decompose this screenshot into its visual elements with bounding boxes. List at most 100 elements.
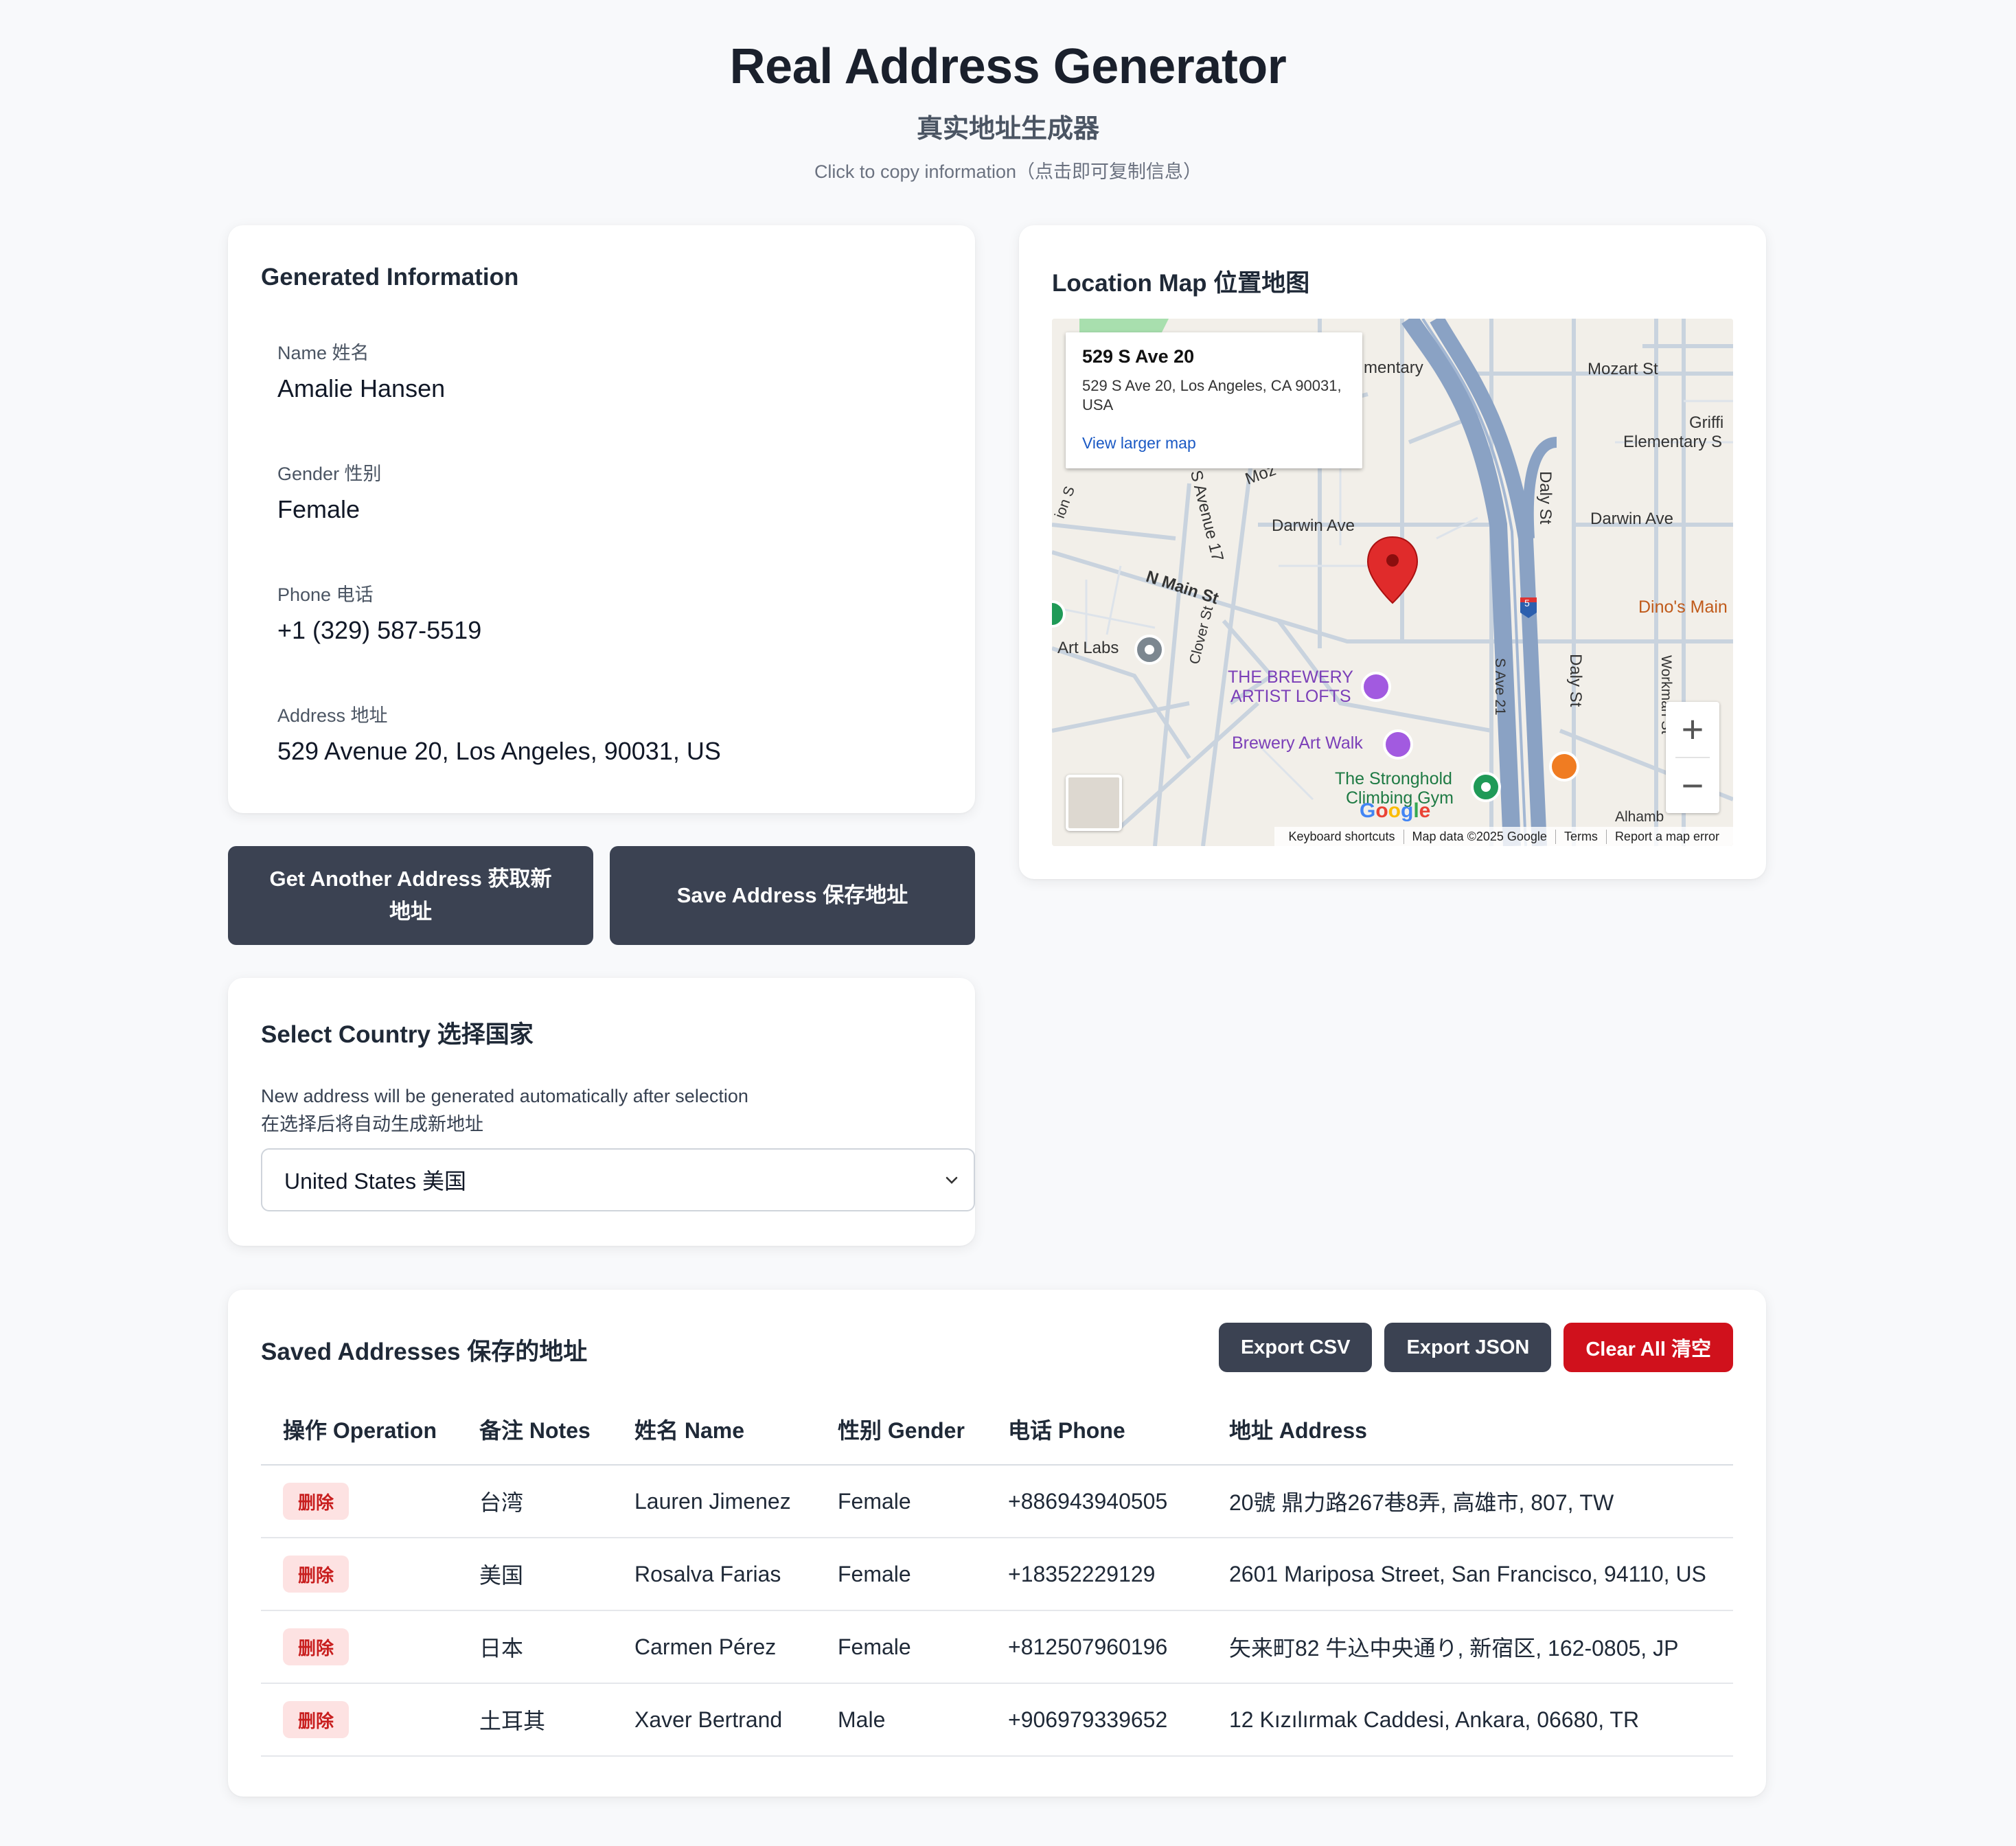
keyboard-shortcuts-link[interactable]: Keyboard shortcuts <box>1280 830 1403 844</box>
terms-link[interactable]: Terms <box>1555 829 1606 844</box>
row-name: Rosalva Farias <box>634 1561 781 1586</box>
select-country-card: Select Country 选择国家 New address will be … <box>228 978 975 1246</box>
info-phone-value[interactable]: +1 (329) 587-5519 <box>277 616 481 645</box>
col-gender: 性别 Gender <box>838 1418 965 1443</box>
map-label-art-labs: Art Labs <box>1057 639 1119 657</box>
popup-address: 529 S Ave 20, Los Angeles, CA 90031, USA <box>1082 377 1342 413</box>
zoom-in-button[interactable]: + <box>1666 702 1719 757</box>
select-desc-line1: New address will be generated automatica… <box>261 1086 748 1106</box>
saved-addresses-title: Saved Addresses 保存的地址 <box>261 1338 588 1365</box>
row-gender: Female <box>838 1634 911 1659</box>
map-label-brewery-2: ARTIST LOFTS <box>1230 687 1351 706</box>
map-label-daly-lower: Daly St <box>1566 654 1585 707</box>
row-address: 20號 鼎力路267巷8弄, 高雄市, 807, TW <box>1229 1490 1614 1515</box>
select-country-description: New address will be generated automatica… <box>261 1082 748 1139</box>
export-json-button[interactable]: Export JSON <box>1384 1323 1552 1372</box>
info-name-label: Name 姓名 <box>277 343 369 363</box>
table-row: 删除 日本 Carmen Pérez Female +812507960196 … <box>261 1611 1733 1684</box>
info-name-value[interactable]: Amalie Hansen <box>277 374 445 403</box>
map-label-alhambra: Alhamb <box>1615 809 1664 825</box>
row-notes: 美国 <box>479 1563 524 1588</box>
table-row: 删除 美国 Rosalva Farias Female +18352229129… <box>261 1538 1733 1611</box>
delete-cell: 删除 <box>283 1684 350 1755</box>
col-phone: 电话 Phone <box>1008 1418 1125 1443</box>
export-csv-button[interactable]: Export CSV <box>1218 1323 1373 1372</box>
saved-addresses-table: 操作 Operation 备注 Notes 姓名 Name 性别 Gender … <box>261 1394 1733 1757</box>
row-name: Carmen Pérez <box>634 1634 777 1659</box>
zoom-out-button[interactable]: − <box>1666 758 1719 813</box>
chevron-down-icon <box>946 1176 958 1184</box>
row-phone: +18352229129 <box>1008 1561 1156 1586</box>
row-gender: Female <box>838 1561 911 1586</box>
info-address-value[interactable]: 529 Avenue 20, Los Angeles, 90031, US <box>277 737 721 766</box>
map-label-darwin-left: Darwin Ave <box>1272 516 1355 535</box>
generated-info-card: Generated Information Name 姓名 Amalie Han… <box>228 225 975 813</box>
page-subtitle: 真实地址生成器 <box>916 115 1099 144</box>
map-label-s-ave-21: S Ave 21 <box>1492 658 1508 716</box>
info-phone[interactable]: Phone 电话 +1 (329) 587-5519 <box>277 580 481 645</box>
delete-button[interactable]: 删除 <box>283 1701 350 1738</box>
info-name[interactable]: Name 姓名 Amalie Hansen <box>277 338 445 403</box>
country-select[interactable]: United States 美国 <box>261 1148 975 1211</box>
map-label-dinos: Dino's Main <box>1638 597 1728 617</box>
get-another-address-button[interactable]: Get Another Address 获取新地址 <box>228 846 593 945</box>
location-map-title: Location Map 位置地图 <box>1052 270 1310 297</box>
row-address: 矢来町82 牛込中央通り, 新宿区, 162-0805, JP <box>1229 1636 1679 1661</box>
info-gender-label: Gender 性别 <box>277 464 382 484</box>
row-gender: Male <box>838 1707 886 1732</box>
map-label-mozart: Mozart St <box>1588 360 1658 378</box>
row-phone: +812507960196 <box>1008 1634 1168 1659</box>
country-select-value: United States 美国 <box>284 1169 467 1194</box>
map-label-brewery-1: THE BREWERY <box>1228 668 1353 687</box>
select-country-title: Select Country 选择国家 <box>261 1021 534 1048</box>
col-operation: 操作 Operation <box>283 1418 437 1443</box>
delete-button[interactable]: 删除 <box>283 1556 350 1593</box>
map-label-griffin: Griffi <box>1689 413 1724 432</box>
row-gender: Female <box>838 1488 911 1514</box>
info-address[interactable]: Address 地址 529 Avenue 20, Los Angeles, 9… <box>277 700 721 766</box>
report-map-error-link[interactable]: Report a map error <box>1605 829 1728 844</box>
view-larger-map-link[interactable]: View larger map <box>1082 434 1196 453</box>
delete-cell: 删除 <box>283 1538 350 1610</box>
map-type-toggle[interactable] <box>1066 775 1122 831</box>
map-label-brewery-walk: Brewery Art Walk <box>1232 733 1363 753</box>
table-row: 删除 台湾 Lauren Jimenez Female +88694394050… <box>261 1466 1733 1538</box>
delete-button[interactable]: 删除 <box>283 1628 350 1665</box>
map-label-elementary: mentary <box>1364 358 1423 377</box>
row-phone: +906979339652 <box>1008 1707 1168 1732</box>
map-label-highway: 5 <box>1524 597 1530 608</box>
select-desc-line2: 在选择后将自动生成新地址 <box>261 1114 483 1135</box>
row-address: 12 Kızılırmak Caddesi, Ankara, 06680, TR <box>1229 1707 1640 1732</box>
map-info-popup: 529 S Ave 20 529 S Ave 20, Los Angeles, … <box>1066 332 1362 468</box>
delete-cell: 删除 <box>283 1466 350 1537</box>
map-data-credit: Map data ©2025 Google <box>1403 829 1555 844</box>
row-address: 2601 Mariposa Street, San Francisco, 941… <box>1229 1561 1706 1586</box>
col-name: 姓名 Name <box>634 1418 745 1443</box>
saved-actions: Export CSV Export JSON Clear All 清空 <box>1218 1323 1733 1372</box>
table-header-row: 操作 Operation 备注 Notes 姓名 Name 性别 Gender … <box>261 1394 1733 1466</box>
row-name: Xaver Bertrand <box>634 1707 783 1732</box>
info-gender[interactable]: Gender 性别 Female <box>277 459 382 524</box>
google-logo: Google <box>1360 799 1431 822</box>
page-title: Real Address Generator <box>729 39 1287 94</box>
zoom-controls: + − <box>1666 702 1719 813</box>
location-map-card: Location Map 位置地图 mentary Mozart St Grif… <box>1019 225 1766 879</box>
col-address: 地址 Address <box>1229 1418 1367 1443</box>
col-notes: 备注 Notes <box>479 1418 591 1443</box>
copy-hint: Click to copy information（点击即可复制信息） <box>814 161 1202 182</box>
popup-title: 529 S Ave 20 <box>1082 346 1195 367</box>
map-view[interactable]: mentary Mozart St Griffi Elementary S Da… <box>1052 319 1733 846</box>
row-notes: 台湾 <box>479 1490 524 1515</box>
row-name: Lauren Jimenez <box>634 1488 791 1514</box>
row-phone: +886943940505 <box>1008 1488 1168 1514</box>
map-footer: Keyboard shortcuts Map data ©2025 Google… <box>1274 827 1733 846</box>
row-notes: 土耳其 <box>479 1709 546 1733</box>
info-phone-label: Phone 电话 <box>277 584 374 605</box>
save-address-button[interactable]: Save Address 保存地址 <box>610 846 975 945</box>
info-gender-value[interactable]: Female <box>277 495 382 524</box>
delete-button[interactable]: 删除 <box>283 1483 350 1520</box>
clear-all-button[interactable]: Clear All 清空 <box>1563 1323 1733 1372</box>
row-notes: 日本 <box>479 1636 524 1661</box>
map-label-daly-upper: Daly St <box>1536 471 1555 525</box>
saved-addresses-card: Saved Addresses 保存的地址 Export CSV Export … <box>228 1290 1766 1797</box>
